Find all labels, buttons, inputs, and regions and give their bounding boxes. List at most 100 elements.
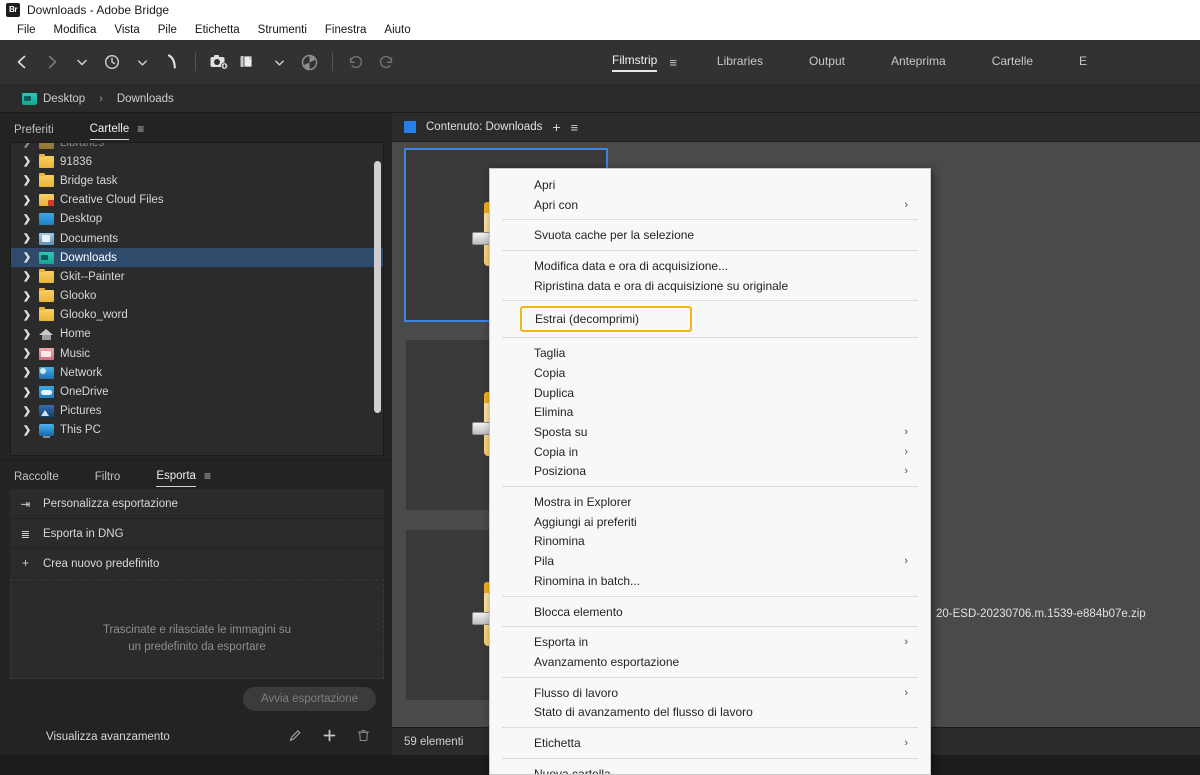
expand-arrow-icon[interactable]: ❯: [21, 143, 33, 148]
tree-item-bridge-task[interactable]: ❯ Bridge task: [11, 171, 383, 190]
rotate-counterclockwise-icon[interactable]: [342, 48, 370, 76]
workspace-tab-output[interactable]: Output: [809, 54, 845, 71]
context-menu-item-copia-in[interactable]: Copia in ›: [490, 442, 930, 462]
content-panel-menu-icon[interactable]: ≡: [571, 120, 579, 135]
export-tab-esporta[interactable]: Esporta: [156, 470, 196, 487]
workspace-tab-filmstrip[interactable]: Filmstrip: [612, 53, 658, 72]
recent-history-icon[interactable]: [98, 48, 126, 76]
folder-tree-scrollbar[interactable]: [374, 161, 381, 413]
expand-arrow-icon[interactable]: ❯: [21, 425, 33, 436]
context-menu-item-mostra-in-explorer[interactable]: Mostra in Explorer: [490, 492, 930, 512]
context-menu-item-taglia[interactable]: Taglia: [490, 343, 930, 363]
context-menu-item-duplica[interactable]: Duplica: [490, 383, 930, 403]
expand-arrow-icon[interactable]: ❯: [21, 156, 33, 167]
plus-icon[interactable]: [312, 728, 346, 746]
export-tab-filtro[interactable]: Filtro: [95, 471, 121, 487]
expand-arrow-icon[interactable]: ❯: [21, 291, 33, 302]
add-tab-icon[interactable]: +: [552, 119, 560, 135]
get-photos-from-camera-icon[interactable]: [205, 48, 233, 76]
expand-arrow-icon[interactable]: ❯: [21, 348, 33, 359]
tree-item-gkit-painter[interactable]: ❯ Gkit--Painter: [11, 267, 383, 286]
context-menu-item-stato-di-avanzamento-del-flusso-di-lavoro[interactable]: Stato di avanzamento del flusso di lavor…: [490, 702, 930, 722]
tree-item-glooko[interactable]: ❯ Glooko: [11, 287, 383, 306]
tree-item-onedrive[interactable]: ❯ OneDrive: [11, 382, 383, 401]
trash-icon[interactable]: [346, 728, 380, 746]
context-menu-item-rinomina[interactable]: Rinomina: [490, 532, 930, 552]
folders-panel-menu-icon[interactable]: ≡: [137, 122, 144, 140]
context-menu-item-apri[interactable]: Apri: [490, 175, 930, 195]
tree-item-downloads[interactable]: ❯ Downloads: [11, 248, 383, 268]
back-icon[interactable]: [8, 48, 36, 76]
context-menu-item-aggiungi-ai-preferiti[interactable]: Aggiungi ai preferiti: [490, 512, 930, 532]
context-menu-item-esporta-in[interactable]: Esporta in ›: [490, 632, 930, 652]
expand-arrow-icon[interactable]: ❯: [21, 329, 33, 340]
breadcrumb-item-desktop[interactable]: Desktop: [22, 92, 85, 105]
expand-arrow-icon[interactable]: ❯: [21, 406, 33, 417]
tree-item-this-pc[interactable]: ❯ This PC: [11, 421, 383, 440]
pencil-icon[interactable]: [278, 728, 312, 746]
view-progress-label[interactable]: Visualizza avanzamento: [46, 731, 170, 743]
expand-arrow-icon[interactable]: ❯: [21, 252, 33, 263]
tree-item-desktop[interactable]: ❯ Desktop: [11, 210, 383, 229]
start-export-button[interactable]: Avvia esportazione: [243, 687, 376, 711]
menu-item-file[interactable]: File: [8, 20, 45, 40]
context-menu-item-avanzamento-esportazione[interactable]: Avanzamento esportazione: [490, 652, 930, 672]
tree-item-home[interactable]: ❯ Home: [11, 325, 383, 344]
expand-arrow-icon[interactable]: ❯: [21, 387, 33, 398]
menu-item-aiuto[interactable]: Aiuto: [375, 20, 419, 40]
folder-tree[interactable]: ❯ Libraries ❯ 91836 ❯ Bridge task ❯ Creative Cl…: [10, 142, 384, 456]
tree-item-pictures[interactable]: ❯ Pictures: [11, 402, 383, 421]
expand-arrow-icon[interactable]: ❯: [21, 214, 33, 225]
expand-arrow-icon[interactable]: ❯: [21, 310, 33, 321]
menu-item-pile[interactable]: Pile: [149, 20, 186, 40]
context-menu-item-elimina[interactable]: Elimina: [490, 403, 930, 423]
expand-arrow-icon[interactable]: ❯: [21, 367, 33, 378]
export-tab-raccolte[interactable]: Raccolte: [14, 471, 59, 487]
context-menu-item-rinomina-in-batch[interactable]: Rinomina in batch...: [490, 571, 930, 591]
camera-raw-icon[interactable]: [295, 48, 323, 76]
context-menu[interactable]: Apri Apri con › Svuota cache per la selezio…: [489, 168, 931, 775]
workspace-menu-icon[interactable]: ≡: [669, 55, 677, 70]
breadcrumb-item-downloads[interactable]: Downloads: [117, 93, 174, 105]
tree-item-network[interactable]: ❯ Network: [11, 363, 383, 382]
panel-tab-preferiti[interactable]: Preferiti: [14, 124, 54, 140]
tree-item-glooko-word[interactable]: ❯ Glooko_word: [11, 306, 383, 325]
context-menu-item-etichetta[interactable]: Etichetta ›: [490, 733, 930, 753]
workspace-tab-anteprima[interactable]: Anteprima: [891, 54, 946, 71]
workspace-tab-libraries[interactable]: Libraries: [717, 54, 763, 71]
menu-item-strumenti[interactable]: Strumenti: [249, 20, 316, 40]
context-menu-item-ripristina-data-e-ora-di-acquisizione-su-originale[interactable]: Ripristina data e ora di acquisizione su…: [490, 276, 930, 296]
tree-item-creative-cloud-files[interactable]: ❯ Creative Cloud Files: [11, 191, 383, 210]
context-menu-item-sposta-su[interactable]: Sposta su ›: [490, 422, 930, 442]
menu-item-etichetta[interactable]: Etichetta: [186, 20, 249, 40]
tree-item-documents[interactable]: ❯ Documents: [11, 229, 383, 248]
panel-tab-cartelle[interactable]: Cartelle: [89, 123, 130, 140]
expand-arrow-icon[interactable]: ❯: [21, 233, 33, 244]
context-menu-item-apri-con[interactable]: Apri con ›: [490, 195, 930, 215]
export-dropzone[interactable]: Trascinate e rilasciate le immagini su u…: [10, 579, 384, 679]
refine-stack-icon[interactable]: [235, 48, 263, 76]
chevron-down-icon[interactable]: [68, 48, 96, 76]
context-menu-item-copia[interactable]: Copia: [490, 363, 930, 383]
expand-arrow-icon[interactable]: ❯: [21, 175, 33, 186]
history-dropdown-icon[interactable]: [128, 48, 156, 76]
expand-arrow-icon[interactable]: ❯: [21, 195, 33, 206]
context-menu-item-pila[interactable]: Pila ›: [490, 551, 930, 571]
menu-item-modifica[interactable]: Modifica: [45, 20, 106, 40]
menu-item-finestra[interactable]: Finestra: [316, 20, 376, 40]
forward-icon[interactable]: [38, 48, 66, 76]
tree-item-libraries[interactable]: ❯ Libraries: [11, 143, 383, 152]
refine-dropdown-icon[interactable]: [265, 48, 293, 76]
export-panel-menu-icon[interactable]: ≡: [204, 469, 211, 487]
expand-arrow-icon[interactable]: ❯: [21, 271, 33, 282]
context-menu-item-flusso-di-lavoro[interactable]: Flusso di lavoro ›: [490, 683, 930, 703]
context-menu-item-blocca-elemento[interactable]: Blocca elemento: [490, 602, 930, 622]
export-preset-crea-nuovo-predefinito[interactable]: + Crea nuovo predefinito: [10, 549, 384, 579]
tree-item-music[interactable]: ❯ Music: [11, 344, 383, 363]
tree-item-91836[interactable]: ❯ 91836: [11, 152, 383, 171]
context-menu-item-posiziona[interactable]: Posiziona ›: [490, 462, 930, 482]
context-menu-item-modifica-data-e-ora-di-acquisizione[interactable]: Modifica data e ora di acquisizione...: [490, 256, 930, 276]
context-menu-item-nuova-cartella[interactable]: Nuova cartella: [490, 764, 930, 774]
export-preset-personalizza-esportazione[interactable]: ⇥ Personalizza esportazione: [10, 489, 384, 519]
context-menu-item-estrai-decomprimi[interactable]: Estrai (decomprimi): [520, 306, 692, 333]
